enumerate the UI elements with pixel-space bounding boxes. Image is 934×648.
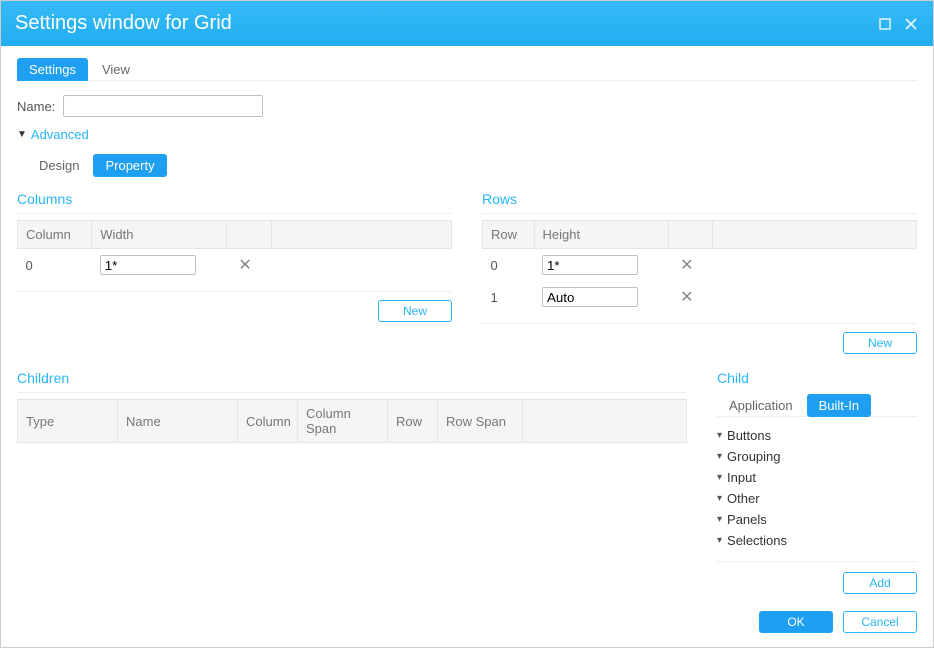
columns-title: Columns	[17, 191, 452, 214]
children-header-row: Row	[388, 400, 438, 443]
columns-rows-row: Columns Column Width 0 ✕	[17, 191, 917, 354]
advanced-toggle[interactable]: ▼ Advanced	[17, 127, 917, 142]
children-header-colspan: Column Span	[298, 400, 388, 443]
dialog-footer: OK Cancel	[1, 603, 933, 647]
remove-row-icon[interactable]: ✕	[676, 255, 697, 275]
columns-table: Column Width 0 ✕	[17, 220, 452, 281]
columns-panel: Columns Column Width 0 ✕	[17, 191, 452, 354]
category-other[interactable]: ▾Other	[717, 488, 917, 509]
rows-header-height: Height	[534, 221, 668, 249]
rows-row: 0 ✕	[483, 249, 917, 282]
row-index-1: 1	[483, 281, 535, 313]
add-child-button[interactable]: Add	[843, 572, 917, 594]
category-buttons[interactable]: ▾Buttons	[717, 425, 917, 446]
columns-header-index: Column	[18, 221, 92, 249]
new-column-button[interactable]: New	[378, 300, 452, 322]
columns-header-width: Width	[92, 221, 227, 249]
columns-header-blank2	[271, 221, 451, 249]
children-header-name: Name	[118, 400, 238, 443]
category-input[interactable]: ▾Input	[717, 467, 917, 488]
name-row: Name:	[17, 95, 917, 117]
rows-table: Row Height 0 ✕ 1 ✕	[482, 220, 917, 313]
top-tabs: Settings View	[17, 58, 917, 81]
columns-footer: New	[17, 291, 452, 322]
chevron-right-icon: ▾	[717, 535, 722, 546]
tab-settings[interactable]: Settings	[17, 58, 88, 81]
chevron-right-icon: ▾	[717, 472, 722, 483]
chevron-down-icon: ▼	[17, 129, 27, 140]
sub-tabs: Design Property	[27, 154, 917, 177]
window-title: Settings window for Grid	[15, 12, 877, 35]
columns-header-blank1	[226, 221, 271, 249]
children-header-row: Type Name Column Column Span Row Row Spa…	[18, 400, 687, 443]
child-tab-builtin[interactable]: Built-In	[807, 394, 871, 417]
rows-header-blank1	[668, 221, 713, 249]
column-index: 0	[18, 249, 92, 282]
name-label: Name:	[17, 99, 55, 114]
row-height-input-0[interactable]	[542, 255, 638, 275]
columns-header-row: Column Width	[18, 221, 452, 249]
child-tab-application[interactable]: Application	[717, 394, 805, 417]
children-child-row: Children Type Name Column Column Span Ro…	[17, 370, 917, 594]
rows-footer: New	[482, 323, 917, 354]
chevron-right-icon: ▾	[717, 514, 722, 525]
new-row-button[interactable]: New	[843, 332, 917, 354]
rows-title: Rows	[482, 191, 917, 214]
child-categories: ▾Buttons ▾Grouping ▾Input ▾Other ▾Panels…	[717, 425, 917, 551]
child-footer: Add	[717, 561, 917, 594]
chevron-right-icon: ▾	[717, 451, 722, 462]
chevron-right-icon: ▾	[717, 493, 722, 504]
row-height-input-1[interactable]	[542, 287, 638, 307]
dialog-body: Settings View Name: ▼ Advanced Design Pr…	[1, 46, 933, 603]
remove-row-icon[interactable]: ✕	[676, 287, 697, 307]
name-input[interactable]	[63, 95, 263, 117]
category-panels[interactable]: ▾Panels	[717, 509, 917, 530]
children-title: Children	[17, 370, 687, 393]
remove-column-icon[interactable]: ✕	[234, 255, 255, 275]
children-header-blank	[523, 400, 687, 443]
children-header-column: Column	[238, 400, 298, 443]
row-index-0: 0	[483, 249, 535, 282]
rows-row: 1 ✕	[483, 281, 917, 313]
child-panel: Child Application Built-In ▾Buttons ▾Gro…	[717, 370, 917, 594]
settings-window: Settings window for Grid Settings View N…	[0, 0, 934, 648]
rows-header-index: Row	[483, 221, 535, 249]
subtab-property[interactable]: Property	[93, 154, 166, 177]
children-header-rowspan: Row Span	[438, 400, 523, 443]
children-panel: Children Type Name Column Column Span Ro…	[17, 370, 687, 594]
chevron-right-icon: ▾	[717, 430, 722, 441]
cancel-button[interactable]: Cancel	[843, 611, 917, 633]
maximize-icon[interactable]	[877, 16, 893, 32]
ok-button[interactable]: OK	[759, 611, 833, 633]
titlebar: Settings window for Grid	[1, 1, 933, 46]
columns-row: 0 ✕	[18, 249, 452, 282]
children-table: Type Name Column Column Span Row Row Spa…	[17, 399, 687, 443]
rows-header-blank2	[713, 221, 917, 249]
category-grouping[interactable]: ▾Grouping	[717, 446, 917, 467]
category-selections[interactable]: ▾Selections	[717, 530, 917, 551]
close-icon[interactable]	[903, 16, 919, 32]
subtab-design[interactable]: Design	[27, 154, 91, 177]
advanced-label: Advanced	[31, 127, 89, 142]
rows-panel: Rows Row Height 0 ✕	[482, 191, 917, 354]
child-tabs: Application Built-In	[717, 394, 917, 417]
window-controls	[877, 16, 919, 32]
rows-header-row: Row Height	[483, 221, 917, 249]
children-header-type: Type	[18, 400, 118, 443]
child-title: Child	[717, 370, 917, 392]
column-width-input[interactable]	[100, 255, 196, 275]
tab-view[interactable]: View	[90, 58, 142, 81]
